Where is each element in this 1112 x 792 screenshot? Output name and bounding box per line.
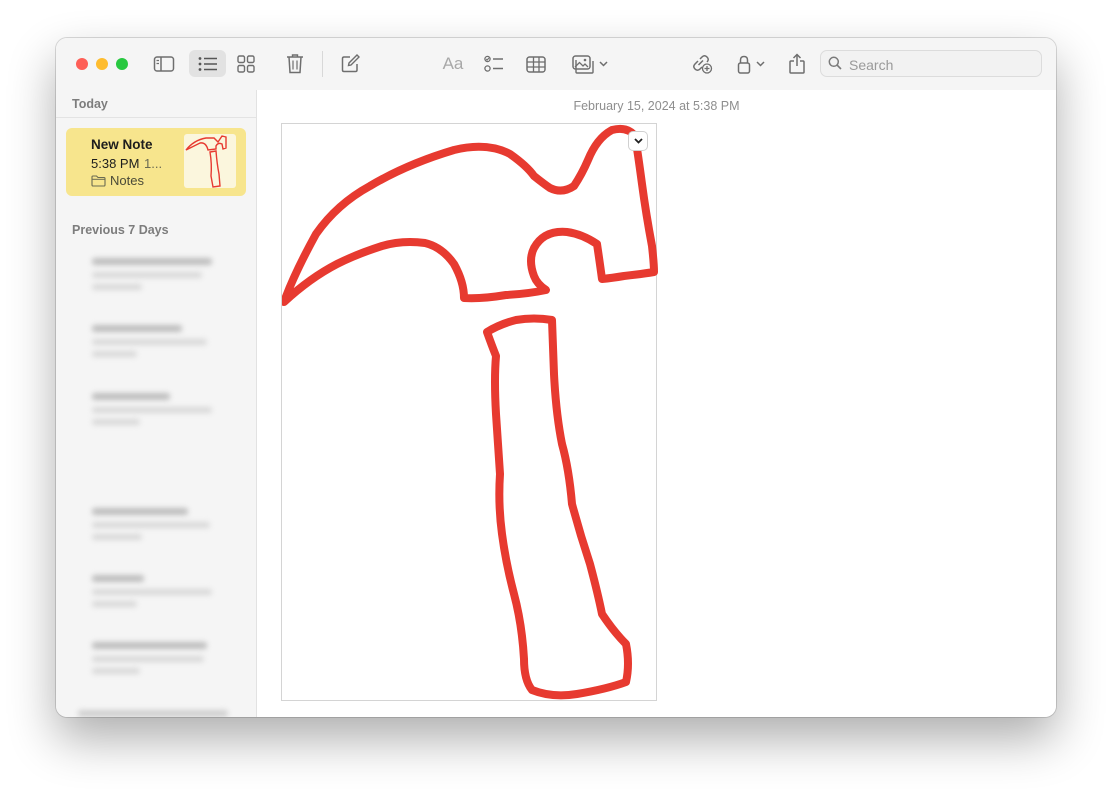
section-header-today: Today [72, 97, 108, 111]
collaborate-icon [693, 55, 713, 74]
notes-sidebar: Today New Note 5:38 PM 1... Notes Previo… [56, 90, 257, 717]
compose-icon [341, 53, 360, 72]
close-button[interactable] [76, 58, 88, 70]
media-button[interactable] [568, 51, 612, 77]
blurred-notes-list [78, 250, 242, 717]
notes-window: Aa Today New Note [56, 38, 1056, 717]
search-input[interactable] [847, 51, 1041, 78]
share-icon [789, 53, 805, 74]
compose-button[interactable] [339, 52, 361, 74]
collaborate-button[interactable] [690, 52, 714, 76]
note-snippet: 1... [144, 156, 163, 171]
folder-icon [91, 175, 106, 187]
checklist-icon [484, 55, 503, 72]
table-button[interactable] [524, 52, 548, 76]
lock-icon [737, 55, 751, 74]
checklist-button[interactable] [482, 52, 506, 76]
text-format-button[interactable]: Aa [438, 52, 468, 76]
trash-icon [287, 54, 303, 74]
list-view-icon [198, 56, 217, 71]
note-title: New Note [91, 137, 153, 152]
toolbar-divider [322, 51, 323, 77]
chevron-down-icon [599, 61, 608, 67]
text-format-icon: Aa [442, 54, 464, 73]
sidebar-toggle-icon [153, 56, 175, 72]
list-view-button[interactable] [189, 50, 226, 77]
hammer-drawing [280, 124, 658, 700]
note-item-selected[interactable]: New Note 5:38 PM 1... Notes [66, 128, 246, 196]
note-folder: Notes [110, 173, 144, 188]
search-field[interactable] [820, 50, 1042, 78]
delete-button[interactable] [284, 51, 306, 76]
search-icon [828, 56, 842, 70]
note-editor[interactable]: February 15, 2024 at 5:38 PM [257, 90, 1056, 717]
minimize-button[interactable] [96, 58, 108, 70]
share-button[interactable] [786, 51, 808, 76]
lock-button[interactable] [734, 51, 768, 77]
note-time: 5:38 PM [91, 156, 140, 171]
toolbar: Aa [56, 38, 1056, 91]
gallery-view-icon [237, 55, 255, 73]
gallery-view-button[interactable] [234, 52, 258, 76]
chevron-down-icon [756, 61, 765, 67]
zoom-button[interactable] [116, 58, 128, 70]
sketch-drawing[interactable] [280, 123, 658, 701]
note-date: February 15, 2024 at 5:38 PM [573, 99, 740, 113]
section-divider [56, 117, 256, 118]
section-header-previous-7-days: Previous 7 Days [72, 223, 169, 237]
media-icon [572, 54, 594, 74]
table-icon [526, 55, 546, 73]
sidebar-toggle-button[interactable] [150, 52, 178, 76]
note-thumbnail [184, 134, 236, 188]
chevron-down-icon [633, 138, 643, 144]
drawing-options-button[interactable] [629, 132, 647, 150]
